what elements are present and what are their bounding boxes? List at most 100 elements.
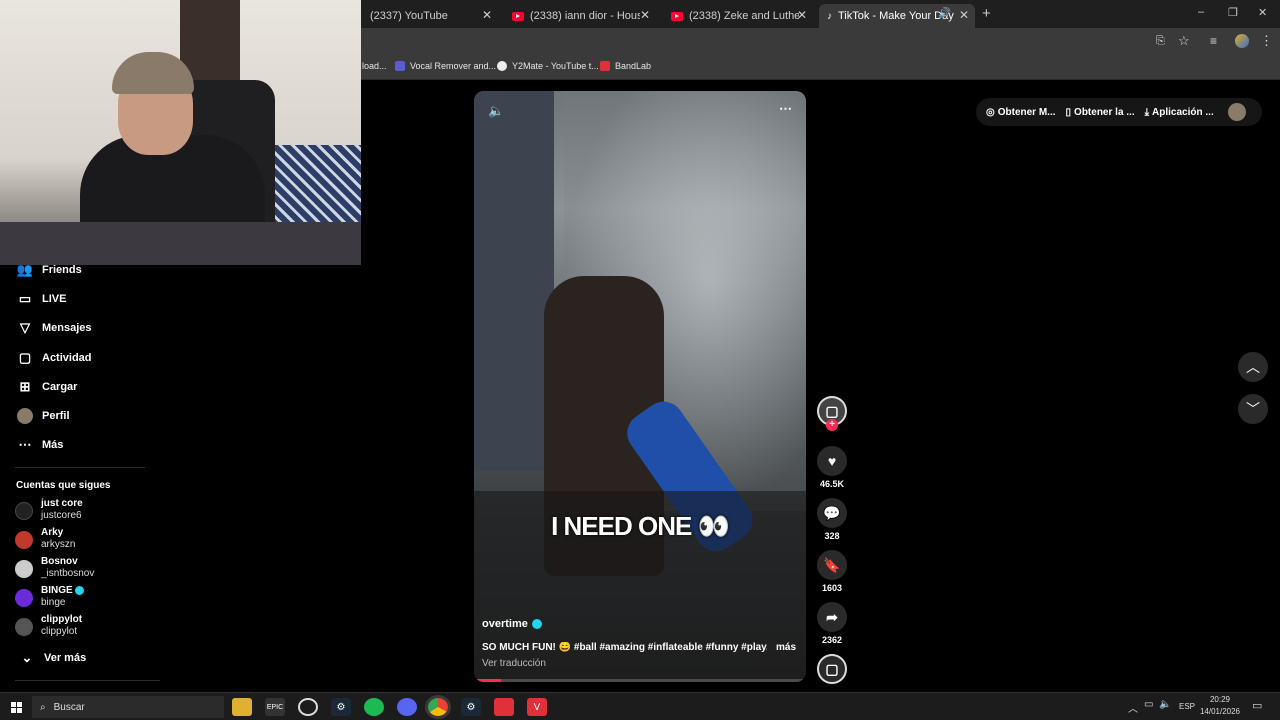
file-explorer-icon[interactable] bbox=[232, 698, 252, 716]
following-account[interactable]: Arky arkyszn bbox=[15, 527, 75, 551]
messages-icon: ▽ bbox=[20, 320, 30, 335]
video-author[interactable]: overtime bbox=[482, 618, 542, 630]
more-description-link[interactable]: más bbox=[776, 642, 796, 653]
bookmark-icon: 🔖 bbox=[817, 550, 847, 580]
chevron-down-icon: ⌄ bbox=[21, 650, 33, 665]
top-actions-bar: ◎ Obtener M... ▯ Obtener la ... ⤓ Aplicació… bbox=[976, 98, 1262, 126]
sidebar-item-messages[interactable]: ▽ Mensajes bbox=[16, 320, 92, 336]
divider bbox=[15, 467, 145, 468]
sidebar-item-label: Cargar bbox=[42, 381, 78, 393]
sidebar-item-label: Perfil bbox=[42, 410, 70, 422]
install-app-icon[interactable]: ⎘ bbox=[1156, 35, 1165, 48]
close-tab-icon[interactable]: ✕ bbox=[797, 8, 807, 22]
share-count: 2362 bbox=[821, 635, 843, 645]
y2mate-icon bbox=[497, 61, 507, 71]
close-tab-icon[interactable]: ✕ bbox=[640, 8, 650, 22]
bookmark-item[interactable]: BandLab bbox=[600, 61, 651, 71]
following-account[interactable]: BINGE binge bbox=[15, 585, 85, 609]
language-indicator[interactable]: ESP bbox=[1179, 702, 1195, 711]
bandlab-app-icon[interactable] bbox=[494, 698, 514, 716]
new-tab-button[interactable]: + bbox=[982, 5, 991, 22]
like-count: 46.5K bbox=[819, 479, 845, 489]
tab-youtube[interactable]: (2337) YouTube ✕ bbox=[362, 4, 498, 28]
obs-icon[interactable] bbox=[298, 698, 318, 716]
more-options-icon[interactable]: ⋯ bbox=[779, 101, 792, 117]
next-video-button[interactable]: ﹀ bbox=[1238, 394, 1268, 424]
sidebar-item-upload[interactable]: ⊞ Cargar bbox=[16, 379, 78, 395]
following-account[interactable]: just core justcore6 bbox=[15, 498, 83, 522]
profile-avatar[interactable] bbox=[1227, 103, 1246, 121]
restore-button[interactable]: ❐ bbox=[1228, 6, 1238, 19]
chrome-icon[interactable] bbox=[425, 695, 451, 719]
speaker-icon[interactable]: 🔊 bbox=[939, 8, 951, 19]
volume-icon[interactable]: 🔈 bbox=[1159, 699, 1171, 710]
follow-plus-icon[interactable]: + bbox=[826, 419, 838, 431]
like-button[interactable]: ♥ 46.5K bbox=[817, 446, 847, 489]
valorant-icon[interactable]: V bbox=[527, 698, 547, 716]
youtube-icon bbox=[671, 11, 683, 21]
avatar bbox=[15, 531, 33, 549]
creator-avatar[interactable]: ▢ + bbox=[817, 396, 847, 431]
mute-icon[interactable]: 🔈 bbox=[488, 103, 504, 119]
video-caption-overlay: I NEED ONE 👀 bbox=[551, 511, 730, 541]
desktop-app-button[interactable]: ⤓ Aplicación ... bbox=[1145, 107, 1214, 118]
webcam-overlay bbox=[0, 0, 361, 265]
sidebar-item-more[interactable]: ⋯ Más bbox=[16, 437, 64, 453]
save-button[interactable]: 🔖 1603 bbox=[817, 550, 847, 593]
sidebar-item-friends[interactable]: 👥 Friends bbox=[16, 262, 82, 278]
get-coins-button[interactable]: ◎ Obtener M... bbox=[986, 107, 1056, 118]
taskbar-time[interactable]: 20:29 bbox=[1201, 695, 1239, 704]
sound-disc[interactable]: ▢ bbox=[817, 654, 847, 687]
activity-icon: ▢ bbox=[18, 350, 32, 365]
previous-video-button[interactable]: ︿ bbox=[1238, 352, 1268, 382]
share-button[interactable]: ➦ 2362 bbox=[817, 602, 847, 645]
account-handle: justcore6 bbox=[41, 510, 82, 521]
windows-start-button[interactable] bbox=[6, 698, 26, 716]
account-name: just core bbox=[41, 498, 83, 509]
heart-icon: ♥ bbox=[817, 446, 847, 476]
sidebar-item-activity[interactable]: ▢ Actividad bbox=[16, 350, 92, 366]
chevron-down-icon: ﹀ bbox=[1246, 401, 1260, 417]
profile-avatar[interactable] bbox=[1235, 34, 1249, 48]
bookmark-item[interactable]: Vocal Remover and... bbox=[395, 61, 496, 71]
save-count: 1603 bbox=[821, 583, 843, 593]
see-more-button[interactable]: ⌄ Ver más bbox=[18, 650, 87, 666]
progress-track[interactable] bbox=[474, 679, 806, 682]
discord-icon[interactable] bbox=[397, 698, 417, 716]
avatar bbox=[15, 502, 33, 520]
epic-games-icon[interactable]: EPIC bbox=[265, 698, 285, 716]
bookmark-item[interactable]: Y2Mate - YouTube t... bbox=[497, 61, 599, 71]
menu-dots-icon[interactable]: ⋮ bbox=[1260, 33, 1273, 49]
spotify-icon[interactable] bbox=[364, 698, 384, 716]
close-tab-icon[interactable]: ✕ bbox=[959, 8, 969, 22]
network-icon[interactable]: ▭ bbox=[1144, 699, 1153, 710]
tab-tiktok[interactable]: ♪ TikTok - Make Your Day 🔊 ✕ bbox=[819, 4, 975, 28]
comment-icon: 💬 bbox=[817, 498, 847, 528]
following-account[interactable]: clippylot clippylot bbox=[15, 614, 82, 638]
tab-title: (2338) Zeke and Luther - Intro bbox=[689, 10, 799, 22]
notifications-icon[interactable]: ▭ bbox=[1252, 699, 1262, 712]
desk bbox=[0, 222, 361, 265]
taskbar-date[interactable]: 14/01/2026 bbox=[1199, 707, 1241, 716]
tab-iann-dior[interactable]: (2338) iann dior - House On Fir ✕ bbox=[504, 4, 656, 28]
translate-link[interactable]: Ver traducción bbox=[482, 658, 546, 669]
sidebar-item-profile[interactable]: Perfil bbox=[16, 408, 70, 424]
comment-button[interactable]: 💬 328 bbox=[817, 498, 847, 541]
bookmark-label: Vocal Remover and... bbox=[410, 61, 497, 71]
taskbar-search[interactable]: ⌕ Buscar bbox=[32, 696, 224, 718]
steam-icon[interactable]: ⚙ bbox=[331, 698, 351, 716]
bookmark-star-icon[interactable]: ☆ bbox=[1178, 33, 1190, 49]
steam-app-icon[interactable]: ⚙ bbox=[461, 698, 481, 716]
minimize-button[interactable]: – bbox=[1198, 6, 1204, 18]
video-player[interactable]: 🔈 ⋯ I NEED ONE 👀 overtime SO MUCH FUN! 😄… bbox=[474, 91, 806, 682]
bookmark-item[interactable]: load... bbox=[362, 61, 387, 71]
media-control-icon[interactable]: ≡ bbox=[1210, 34, 1217, 48]
get-app-button[interactable]: ▯ Obtener la ... bbox=[1066, 107, 1135, 118]
following-account[interactable]: Bosnov _isntbosnov bbox=[15, 556, 94, 580]
close-tab-icon[interactable]: ✕ bbox=[482, 8, 492, 22]
sidebar-item-live[interactable]: ▭ LIVE bbox=[16, 291, 67, 307]
tab-zeke-luther[interactable]: (2338) Zeke and Luther - Intro ✕ bbox=[663, 4, 813, 28]
close-window-button[interactable]: ✕ bbox=[1258, 6, 1267, 19]
avatar bbox=[15, 618, 33, 636]
tray-chevron-icon[interactable]: ︿ bbox=[1128, 700, 1138, 715]
